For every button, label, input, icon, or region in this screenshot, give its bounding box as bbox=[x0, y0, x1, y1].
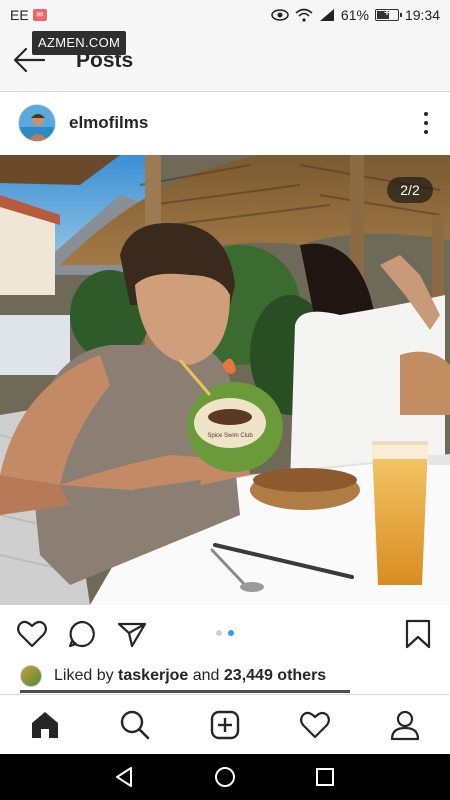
system-nav-bar bbox=[0, 754, 450, 800]
activity-heart-icon[interactable] bbox=[299, 709, 331, 741]
search-icon[interactable] bbox=[119, 709, 151, 741]
status-right: 61% + 19:34 bbox=[271, 7, 440, 23]
bottom-nav bbox=[0, 694, 450, 754]
image-counter-badge: 2/2 bbox=[387, 177, 433, 203]
wifi-icon bbox=[295, 8, 313, 22]
home-circle-icon[interactable] bbox=[214, 766, 236, 788]
avatar[interactable] bbox=[18, 104, 56, 142]
coconut-label: Spice Swim Club bbox=[207, 433, 253, 439]
carrier-label: EE bbox=[10, 7, 29, 23]
liker-avatar[interactable] bbox=[20, 665, 42, 687]
carousel-dot-1 bbox=[216, 630, 222, 636]
post-image[interactable]: Spice Swim Club bbox=[0, 155, 450, 605]
profile-icon[interactable] bbox=[389, 709, 421, 741]
post-username[interactable]: elmofilms bbox=[69, 113, 148, 133]
heart-outline-icon[interactable] bbox=[16, 618, 48, 650]
carousel-dot-2 bbox=[228, 630, 234, 636]
charging-icon: + bbox=[384, 8, 390, 19]
battery-percent: 61% bbox=[340, 7, 369, 23]
status-left: EE ✉ bbox=[10, 7, 47, 23]
battery-icon: + bbox=[374, 8, 402, 21]
back-triangle-icon[interactable] bbox=[113, 766, 135, 788]
more-options-icon[interactable] bbox=[420, 112, 432, 134]
recents-square-icon[interactable] bbox=[314, 766, 336, 788]
likes-summary: Liked by taskerjoe and 23,449 others bbox=[0, 662, 450, 690]
add-post-icon[interactable] bbox=[209, 709, 241, 741]
post-actions bbox=[0, 605, 450, 661]
watermark: AZMEN.COM bbox=[32, 31, 127, 55]
share-icon[interactable] bbox=[116, 618, 148, 650]
likes-middle: and bbox=[188, 667, 224, 684]
eye-icon bbox=[271, 9, 289, 21]
post-header: elmofilms bbox=[0, 92, 450, 155]
avatar-photo bbox=[19, 105, 55, 141]
likes-count[interactable]: 23,449 others bbox=[224, 667, 326, 685]
message-notification-icon: ✉ bbox=[32, 9, 47, 21]
comment-icon[interactable] bbox=[66, 618, 98, 650]
carousel-dots bbox=[216, 630, 234, 636]
home-icon[interactable] bbox=[29, 709, 61, 741]
status-bar: EE ✉ 61% + 19:34 bbox=[0, 0, 450, 30]
signal-icon bbox=[319, 9, 334, 21]
bookmark-icon[interactable] bbox=[402, 618, 434, 650]
clock: 19:34 bbox=[404, 7, 440, 23]
post-photo: Spice Swim Club bbox=[0, 155, 450, 605]
likes-prefix: Liked by bbox=[54, 667, 119, 684]
liker-username[interactable]: taskerjoe bbox=[118, 667, 188, 685]
